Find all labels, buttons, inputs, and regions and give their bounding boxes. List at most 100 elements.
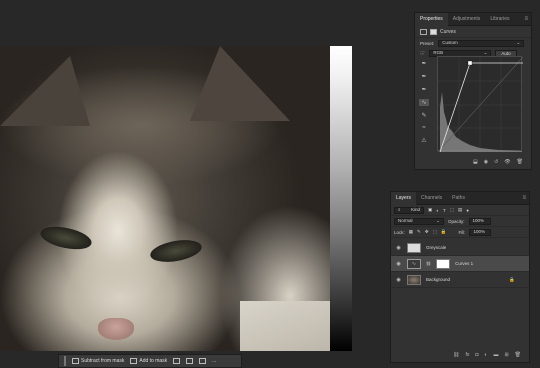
link-layers-icon[interactable]: ⛓ [453,352,459,358]
histogram [440,92,522,152]
layers-footer: ⛓ fx ◘ ◐ ▬ ⊞ 🗑 [391,352,529,358]
trash-icon[interactable]: 🗑 [515,352,521,358]
type-filter-icon[interactable]: T [443,208,446,213]
feather-mask-icon[interactable] [186,358,194,364]
opacity-label: Opacity: [448,218,465,224]
layers-panel: Layers Channels Paths ≡ ⌕ Kind ▣ ◐ T ⬚ ▤… [390,191,530,363]
reset-icon[interactable]: ↺ [494,159,498,165]
chevron-down-icon: ⌄ [436,218,440,223]
tab-libraries[interactable]: Libraries [485,13,514,26]
opacity-field[interactable]: 100% [468,217,491,225]
opacity-value: 100% [472,218,485,223]
add-mask-icon[interactable]: ◘ [475,352,478,358]
lock-all-icon[interactable]: 🔒 [441,229,447,235]
view-previous-icon[interactable]: ◉ [484,159,488,165]
filter-toggle-icon[interactable]: ● [466,208,469,213]
curve-points-icon[interactable]: ∿ [419,99,429,106]
properties-panel: Properties Adjustments Libraries ≡ Curve… [414,12,532,170]
curves-graph-svg [438,57,523,152]
add-mask-icon [130,358,138,364]
drag-handle[interactable] [64,356,66,366]
tab-layers[interactable]: Layers [391,191,417,205]
layers-tabs: Layers Channels Paths ≡ [391,191,529,205]
gray-point-eyedropper-icon[interactable]: ✒ [421,73,426,80]
fx-icon[interactable]: fx [465,352,469,358]
curves-graph[interactable] [437,56,523,152]
new-adjustment-icon[interactable]: ◐ [484,352,487,358]
fill-field[interactable]: 100% [469,228,492,236]
black-point-eyedropper-icon[interactable]: ✒ [421,60,426,67]
on-image-adjust-icon[interactable]: ☞ [420,50,425,57]
layer-background[interactable]: ◉ Background 🔒 [391,272,529,288]
filter-kind-dropdown[interactable]: ⌕ Kind [394,206,424,214]
new-group-icon[interactable]: ▬ [493,352,498,358]
lock-image-icon[interactable]: ✎ [417,229,421,235]
adjustment-icon[interactable] [420,28,427,35]
clip-to-layer-icon[interactable]: ⬓ [473,159,478,165]
lock-position-icon[interactable]: ✥ [425,229,429,235]
invert-mask-icon[interactable] [173,358,181,364]
preset-dropdown[interactable]: Custom ⌄ [438,39,525,47]
lock-label: Lock: [394,229,405,235]
properties-title: Curves [440,28,456,35]
layer-name: Background [426,277,451,282]
layer-name: Curves 1 [455,261,474,266]
contextual-task-bar: Subtract from mask Add to mask ... [58,354,242,368]
layer-thumbnail [407,274,421,285]
shape-filter-icon[interactable]: ⬚ [450,207,454,213]
white-point-eyedropper-icon[interactable]: ✒ [421,86,426,93]
panel-menu-icon[interactable]: ≡ [524,16,528,22]
add-to-mask-label: Add to mask [139,358,168,364]
curves-adjustment-icon: ∿ [407,258,421,269]
layer-mask-thumbnail[interactable] [436,258,451,269]
baseline-diagonal [438,57,523,152]
layer-thumbnail [407,242,421,253]
panel-menu-icon[interactable]: ≡ [522,195,526,201]
cat-right-eye [148,236,204,266]
curve-control-point [467,60,473,66]
blend-mode-value: Normal [398,218,413,223]
lock-icon: 🔒 [509,276,515,282]
preset-label: Preset: [420,40,435,46]
layer-greyscale[interactable]: ◉ Greyscale [391,240,529,256]
adjustment-filter-icon[interactable]: ◐ [436,208,439,213]
filter-row: ⌕ Kind ▣ ◐ T ⬚ ▤ ● [391,205,529,216]
tab-adjustments[interactable]: Adjustments [448,13,486,26]
lock-artboard-icon[interactable]: ⬚ [433,229,437,235]
smart-object-filter-icon[interactable]: ▤ [458,207,462,213]
search-icon: ⌕ [398,207,401,212]
add-to-mask-button[interactable]: Add to mask [130,358,167,364]
subtract-from-mask-button[interactable]: Subtract from mask [72,358,124,364]
layer-curves[interactable]: ◉ ∿ ⛓ Curves 1 [391,256,529,272]
document-canvas[interactable] [0,46,352,351]
lock-row: Lock: ▦ ✎ ✥ ⬚ 🔒 Fill: 100% [391,227,529,238]
link-icon: ⛓ [426,261,432,266]
more-options-icon[interactable]: ... [212,358,216,364]
mask-icon[interactable] [430,28,437,35]
properties-tabs: Properties Adjustments Libraries ≡ [415,12,531,26]
filter-kind-value: Kind [410,207,420,212]
cat-photo [0,46,330,351]
eye-icon[interactable]: ◉ [395,245,402,251]
tab-paths[interactable]: Paths [447,192,470,205]
fill-mask-icon[interactable] [199,358,207,364]
eye-icon[interactable]: ◉ [395,261,402,267]
lock-transparent-icon[interactable]: ▦ [409,229,413,235]
smooth-icon[interactable]: ≈ [422,125,425,131]
tab-properties[interactable]: Properties [415,12,448,26]
subtract-from-mask-label: Subtract from mask [81,358,125,364]
pixel-filter-icon[interactable]: ▣ [428,207,432,213]
cat-right-ear [190,46,290,121]
new-layer-icon[interactable]: ⊞ [504,352,508,358]
tab-channels[interactable]: Channels [416,192,447,205]
eye-icon[interactable]: ◉ [395,277,402,283]
photoshop-window: Properties Adjustments Libraries ≡ Curve… [0,0,540,368]
pencil-icon[interactable]: ✎ [421,112,426,119]
blend-mode-dropdown[interactable]: Normal ⌄ [394,217,444,225]
trash-icon[interactable]: 🗑 [517,159,523,165]
visibility-icon[interactable]: 👁 [504,159,510,165]
warning-icon[interactable]: ⚠ [421,137,426,144]
layer-name: Greyscale [426,245,447,250]
curves-tools: ✒ ✒ ✒ ∿ ✎ ≈ ⚠ [419,60,429,144]
properties-header: Curves [415,26,531,38]
